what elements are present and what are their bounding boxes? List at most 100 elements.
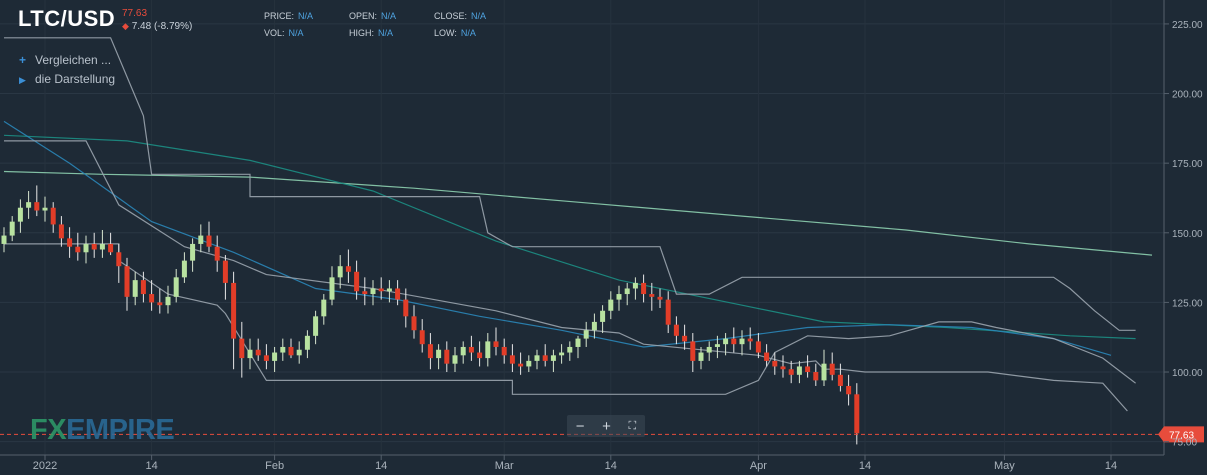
candle-body	[1, 235, 7, 244]
candle-body	[723, 338, 729, 345]
candle-body	[255, 349, 261, 356]
stat-value: N/A	[378, 28, 394, 38]
symbol-title: LTC/USD	[18, 6, 116, 31]
candle	[436, 344, 442, 370]
candle	[665, 291, 671, 334]
candle-body	[378, 288, 384, 292]
x-tick-label: May	[994, 460, 1015, 472]
candle	[1, 227, 7, 253]
x-axis-ticks: 2022 14 Feb 14 Mar 14 Apr 14 May 14	[33, 455, 1117, 472]
candle	[739, 330, 745, 356]
candle-body	[575, 338, 581, 347]
candle-body	[624, 288, 630, 295]
stat-label: CLOSE:	[434, 11, 468, 21]
y-axis-ticks: 75.00 100.00 125.00 150.00 175.00 200.00 225.0…	[1164, 20, 1203, 449]
candle	[575, 335, 581, 359]
candle-body	[50, 207, 56, 225]
candle-body	[222, 260, 228, 283]
candle-body	[714, 344, 720, 347]
candle	[550, 349, 556, 373]
candle	[42, 196, 48, 222]
candle-body	[198, 235, 204, 244]
candle-body	[632, 282, 638, 289]
candle-body	[91, 243, 97, 250]
candle-body	[682, 335, 688, 342]
candle	[395, 280, 401, 306]
candle-body	[231, 282, 237, 339]
candle-body	[67, 238, 73, 247]
candle	[50, 202, 56, 233]
candle-body	[386, 288, 392, 292]
candle	[624, 282, 630, 306]
candle-body	[9, 221, 15, 236]
plus-icon: +	[19, 53, 27, 67]
compare-label: Vergleichen ...	[35, 53, 112, 67]
candle-body	[829, 363, 835, 375]
candle-body	[181, 260, 187, 278]
candle-body	[772, 360, 778, 367]
vertical-grid	[44, 0, 1112, 455]
stat-value: N/A	[298, 11, 314, 21]
candle	[239, 321, 245, 378]
candle	[91, 232, 97, 258]
candle-body	[460, 346, 466, 356]
candle-body	[509, 355, 515, 364]
x-tick-label: 14	[145, 460, 157, 472]
candle-body	[362, 291, 368, 295]
candle-body	[813, 372, 819, 381]
candle-body	[157, 302, 163, 306]
candle	[362, 277, 368, 306]
candle	[526, 355, 532, 373]
candle	[706, 341, 712, 361]
candle-body	[17, 207, 23, 222]
candle-body	[288, 346, 294, 356]
candle	[641, 274, 647, 303]
candle	[460, 341, 466, 364]
horizontal-grid	[0, 23, 1164, 443]
x-tick-label: Mar	[495, 460, 514, 472]
candle	[17, 199, 23, 233]
candle	[518, 352, 524, 375]
candle	[34, 185, 40, 217]
donchian-mid-line	[4, 140, 1128, 412]
zoom-in-button[interactable]: +	[602, 419, 611, 434]
price-change: ◆ 7.48 (-8.79%)	[122, 21, 192, 32]
y-tick-label: 75.00	[1172, 438, 1197, 449]
price-chart[interactable]: 77.63 75.00 100.00 125.00 150.00 175.00 200.0…	[0, 0, 1207, 475]
candle	[690, 333, 696, 373]
x-tick-label: 2022	[33, 460, 57, 472]
candle	[419, 319, 425, 353]
candle-body	[165, 296, 171, 306]
candle	[9, 216, 15, 242]
candle-body	[354, 271, 360, 292]
candle-body	[436, 349, 442, 359]
y-tick-label: 125.00	[1172, 298, 1203, 309]
candle-body	[403, 299, 409, 317]
symbol-header: LTC/USD	[18, 6, 115, 32]
candle-body	[526, 360, 532, 367]
fxempire-logo: FXEMPIRE	[30, 414, 175, 446]
stat-label: PRICE:	[264, 11, 295, 21]
candle	[345, 249, 351, 283]
candle-body	[173, 277, 179, 297]
compare-link[interactable]: + Vergleichen ...	[19, 53, 111, 67]
x-tick-label: 14	[605, 460, 617, 472]
candle	[559, 344, 565, 364]
stat-label: HIGH:	[349, 28, 375, 38]
candle	[378, 277, 384, 300]
candle	[657, 288, 663, 308]
zoom-out-button[interactable]: −	[576, 419, 585, 434]
candle-body	[272, 352, 278, 361]
candle	[313, 310, 319, 345]
candle-body	[280, 346, 286, 353]
candle-body	[501, 346, 507, 356]
display-link[interactable]: ▶ die Darstellung	[19, 72, 115, 86]
fullscreen-icon[interactable]: ⛶	[628, 420, 636, 432]
candle-body	[649, 294, 655, 297]
display-label: die Darstellung	[35, 72, 116, 86]
y-tick-label: 225.00	[1172, 20, 1203, 31]
candle-body	[99, 243, 105, 250]
candle-body	[75, 246, 81, 253]
candle	[206, 221, 212, 253]
candle	[788, 360, 794, 384]
